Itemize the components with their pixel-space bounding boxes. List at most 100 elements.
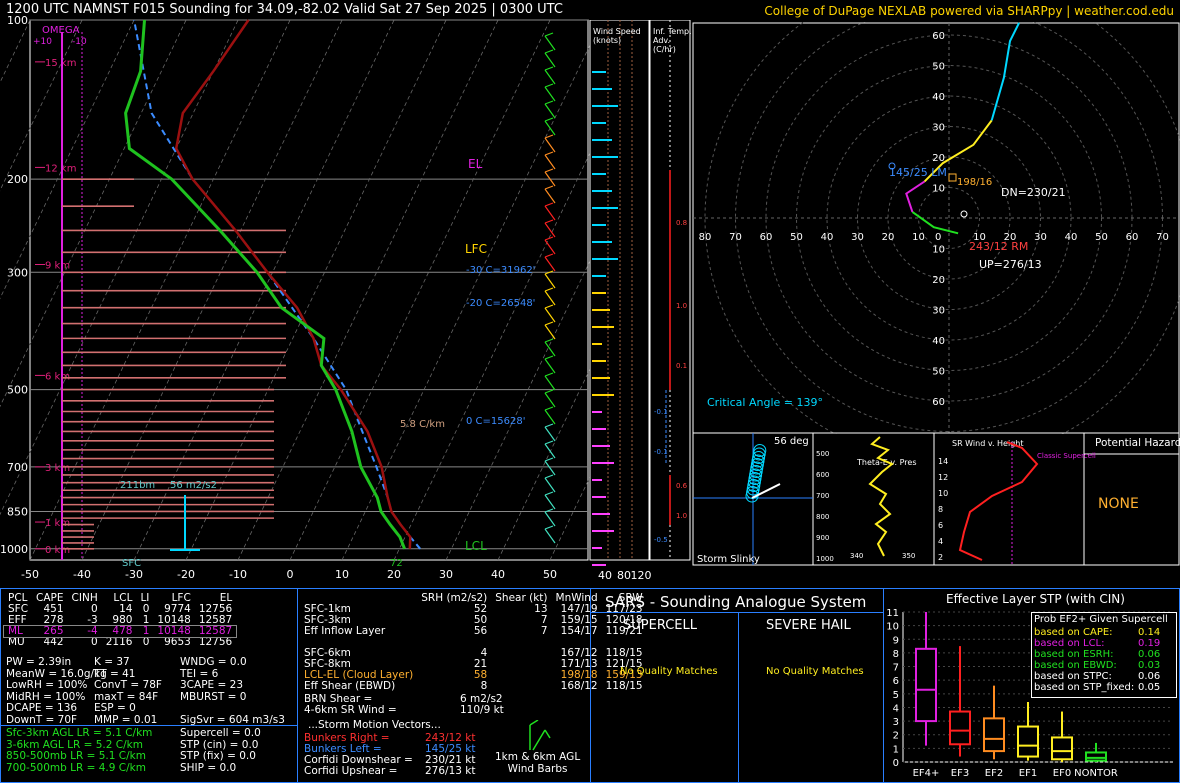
parcel-cell: 0 [91,636,98,648]
thetae-ytick: 1000 [816,555,834,563]
wind-barb [544,477,556,493]
hodo-ring-label: 70 [729,232,742,243]
wind-barb-flag [544,117,554,122]
wind-speed-tick: 80 [617,569,631,582]
sars-hail: SEVERE HAIL [766,618,851,633]
parcel-cell: 0 [142,636,150,648]
tadv-value: 0.8 [676,219,687,227]
dewpoint-trace [124,19,406,550]
kin-cell [491,670,551,681]
sars-nomatch-2: No Quality Matches [766,666,864,677]
indices-col1: PW = 2.39in MeanW = 16.0g/kg LowRH = 100… [6,656,107,726]
kin-cell [491,659,551,670]
wind-barb-flag [544,372,554,377]
wind-barb [544,103,556,119]
kin-cell: 7 [540,625,548,637]
wind-barb-flag [544,321,554,326]
kin-cell [491,681,551,692]
prob-value: 0.06 [1138,649,1161,660]
hodograph: 1010101020202020303030304040404050505050… [692,22,1180,434]
srwind-classic: Classic Supercell [1037,452,1096,460]
wind-barb [544,205,556,221]
hodo-ring-label: 20 [882,232,895,243]
stp-category: EF4+ [913,768,940,779]
prob-value: 0.06 [1138,671,1161,682]
tadv-value: 1.0 [676,512,687,520]
wind-barb-flag [544,168,554,173]
omega-label: OMEGA [42,25,80,36]
height-label: 12 km [45,163,76,174]
wind-barb [544,86,556,102]
stp-box [915,647,937,723]
critical-angle: Critical Angle = 139° [707,396,823,409]
thetae-ytick: 700 [816,492,829,500]
hodo-origin: 0 [935,232,941,243]
tadv-value: -0.1 [654,408,668,416]
hodo-ring-label: 40 [821,232,834,243]
sfc-label: SFC [122,558,141,569]
srwind-trace [958,441,1039,561]
wind-barb-flag [544,287,554,292]
stp-box [1085,751,1107,762]
wind-barb-flag [544,525,554,530]
indices-col2: K = 37 TT = 41 ConvT = 78F maxT = 84F ES… [94,656,162,726]
thetae-ytick: 600 [816,471,829,479]
wind-speed-tick: 120 [631,569,652,582]
wind-barb-flag [544,355,554,360]
divider [0,725,297,726]
wind-barb-flag [544,100,554,105]
table-row: MU 442 0 2116 0 9653 12756 [4,637,236,648]
wind-barb-flag [544,440,554,445]
wind-barb-flag [544,423,554,428]
wind-barb [544,443,556,459]
wind-barb [544,256,556,272]
thetae-frame [812,432,935,566]
hodo-ring-label: 50 [932,62,945,73]
temp-tick: 30 [439,568,453,581]
wind-barb [544,35,556,51]
composites: Supercell = 0.0 STP (cin) = 0.0 STP (fix… [180,727,261,774]
tadv-value: 0.6 [676,482,688,490]
kin-cell: 118/15 [605,680,643,692]
hodo-ring-label: 20 [932,275,945,286]
slinky-angle: 56 deg [774,436,809,447]
side-strips: 40 80 120 0.8 1.0 0.1 -0.1 -0.1 0.6 1.0 -0.5 [589,20,691,582]
height-label: 15 km [45,58,76,69]
stp-ytick: 10 [886,622,899,633]
kin-cell: 56 [473,625,488,637]
credit: College of DuPage NEXLAB powered via SHA… [764,4,1174,18]
lcl-label: LCL [465,539,487,553]
hazard-title: Potential Hazard Type [1095,437,1180,449]
wind-barb [544,358,556,374]
kinematics-table: SRH (m2/s2) Shear (kt) MnWind SRW SFC-1km 52 1… [300,593,647,692]
hodo-ring-label: 80 [699,232,712,243]
hodo-ring-label: 30 [932,306,945,317]
isotherm [497,368,590,561]
stp-box [1017,725,1039,758]
temp-tick: 50 [543,568,557,581]
isotherm [393,152,590,561]
temperature-trace [174,19,412,549]
temp-tick: 20 [387,568,401,581]
wind-barb [544,409,556,425]
hodo-ring-label: 30 [1034,232,1047,243]
wind-barb [544,69,556,85]
sars-nomatch-1: No Quality Matches [620,666,718,677]
wind-barb-flag [544,219,554,224]
wind-barb-flag [544,49,554,54]
stp-ytick: 1 [893,744,899,755]
wind-barb-flag [544,151,554,156]
pressure-tick: 300 [7,266,28,279]
hodo-ring-label: 50 [790,232,803,243]
stp-category: NONTOR [1074,768,1118,779]
vector-label: Corfidi Upshear = [304,765,398,777]
indices-col3: WNDG = 0.0 TEI = 6 3CAPE = 23 MBURST = 0… [180,656,285,726]
lapse-rates: Sfc-3km AGL LR = 5.1 C/km 3-6km AGL LR =… [6,727,153,774]
stp-box [983,717,1005,753]
pressure-tick: 1000 [0,543,28,556]
thetae-ytick: 900 [816,534,829,542]
stp-ytick: 0 [893,758,899,769]
stp-category: EF3 [951,768,969,779]
temp-tick: -30 [125,568,143,581]
wind-barb [544,188,556,204]
